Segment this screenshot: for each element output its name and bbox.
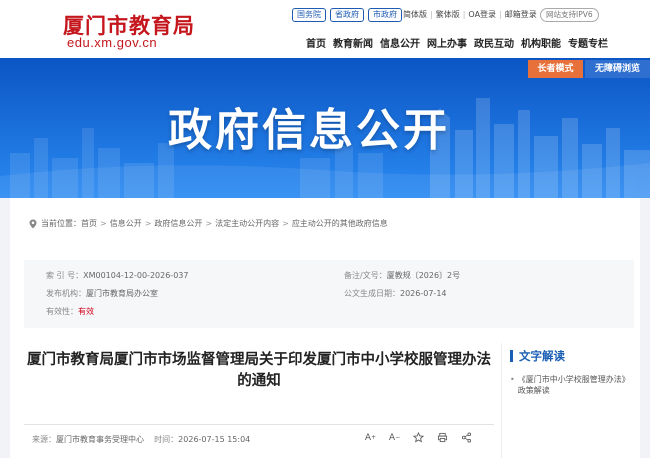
document-date-label: 公文生成日期： [344,289,400,298]
simplified-link[interactable]: 简体版 [403,9,427,20]
gov-link-city[interactable]: 市政府 [368,8,402,22]
publishing-org: 发布机构：厦门市教育局办公室 [46,288,158,299]
interpretation-item-link[interactable]: 《厦门市中小学校服管理办法》政策解读 [518,374,635,396]
heading-accent-bar [510,350,513,362]
banner-title: 政府信息公开 [168,105,450,156]
nav-news[interactable]: 教育新闻 [333,35,373,50]
article-tools: A + A − [364,431,473,444]
oa-login-link[interactable]: OA登录 [468,9,496,20]
font-decrease-icon[interactable]: A − [388,431,401,444]
share-icon[interactable] [460,431,473,444]
breadcrumb-other-info[interactable]: 应主动公开的其他政府信息 [292,218,388,229]
accessible-browse-button[interactable]: 无障碍浏览 [585,60,650,78]
site-logo-domain[interactable]: edu.xm.gov.cn [67,35,157,50]
font-increase-icon[interactable]: A + [364,431,377,444]
breadcrumb-home[interactable]: 首页 [81,218,97,229]
nav-info-disclosure[interactable]: 信息公开 [380,35,420,50]
document-date: 公文生成日期：2026-07-14 [344,288,447,299]
validity-status-badge: 有效 [78,307,94,316]
interpretation-sidebar: 文字解读 • 《厦门市中小学校服管理办法》政策解读 [510,348,635,396]
nav-functions[interactable]: 机构职能 [521,35,561,50]
time-value: 2026-07-15 15:04 [178,435,251,444]
nav-special-topics[interactable]: 专题专栏 [568,35,608,50]
validity-label: 有效性： [46,307,78,316]
document-date-value: 2026-07-14 [400,289,447,298]
favorite-star-icon[interactable] [412,431,425,444]
breadcrumb-label: 当前位置： [41,219,81,228]
document-number-label: 备注/文号： [344,271,387,280]
article-title: 厦门市教育局厦门市市场监督管理局关于印发厦门市中小学校服管理办法的通知 [27,352,491,389]
validity: 有效性：有效 [46,306,94,317]
interpretation-title: 文字解读 [519,349,565,363]
interpretation-heading: 文字解读 [510,348,635,364]
site-header: 厦门市教育局 edu.xm.gov.cn 国务院 省政府 市政府 简体版 | 繁… [0,0,650,58]
main-nav: 首页 教育新闻 信息公开 网上办事 政民互动 机构职能 专题专栏 [306,35,608,50]
breadcrumb-info-disclosure[interactable]: 信息公开 [110,218,142,229]
publishing-org-value: 厦门市教育局办公室 [86,289,158,298]
gov-link-province[interactable]: 省政府 [330,8,364,22]
location-pin-icon [29,219,37,228]
gov-link-state-council[interactable]: 国务院 [292,8,326,22]
index-number: 索 引 号：XM00104-12-00-2026-037 [46,270,188,281]
hero-banner: 政府信息公开 长者模式 无障碍浏览 [0,58,650,198]
interpretation-item[interactable]: • 《厦门市中小学校服管理办法》政策解读 [510,374,635,396]
gov-links: 国务院 省政府 市政府 [292,8,402,22]
source-value: 厦门市教育事务受理中心 [56,435,144,444]
time-label: 时间： [154,435,179,444]
publishing-org-label: 发布机构： [46,289,86,298]
index-number-label: 索 引 号： [46,271,84,280]
title-divider [24,424,494,425]
top-links: 简体版 | 繁体版 | OA登录 | 邮箱登录 [403,9,537,20]
document-info-box: 索 引 号：XM00104-12-00-2026-037 备注/文号：厦教规〔2… [24,260,634,328]
content-panel: 当前位置： 首页 > 信息公开 > 政府信息公开 > 法定主动公开内容 > 应主… [10,198,640,458]
elder-mode-button[interactable]: 长者模式 [528,60,583,78]
document-number-value: 厦教规〔2026〕2号 [386,271,461,280]
nav-home[interactable]: 首页 [306,35,326,50]
ipv6-badge: 网站支持IPV6 [540,8,599,22]
breadcrumb: 当前位置： 首页 > 信息公开 > 政府信息公开 > 法定主动公开内容 > 应主… [28,218,388,229]
breadcrumb-statutory[interactable]: 法定主动公开内容 [215,218,279,229]
nav-interaction[interactable]: 政民互动 [474,35,514,50]
bullet-icon: • [510,375,515,384]
breadcrumb-gov-info[interactable]: 政府信息公开 [154,218,202,229]
print-icon[interactable] [436,431,449,444]
article-meta: 来源：厦门市教育事务受理中心 时间：2026-07-15 15:04 [32,434,250,445]
index-number-value: XM00104-12-00-2026-037 [83,271,189,280]
mail-login-link[interactable]: 邮箱登录 [505,9,537,20]
source-label: 来源： [32,435,56,444]
traditional-link[interactable]: 繁体版 [436,9,460,20]
document-number: 备注/文号：厦教规〔2026〕2号 [344,270,460,281]
nav-online-services[interactable]: 网上办事 [427,35,467,50]
sidebar-divider [501,343,502,458]
